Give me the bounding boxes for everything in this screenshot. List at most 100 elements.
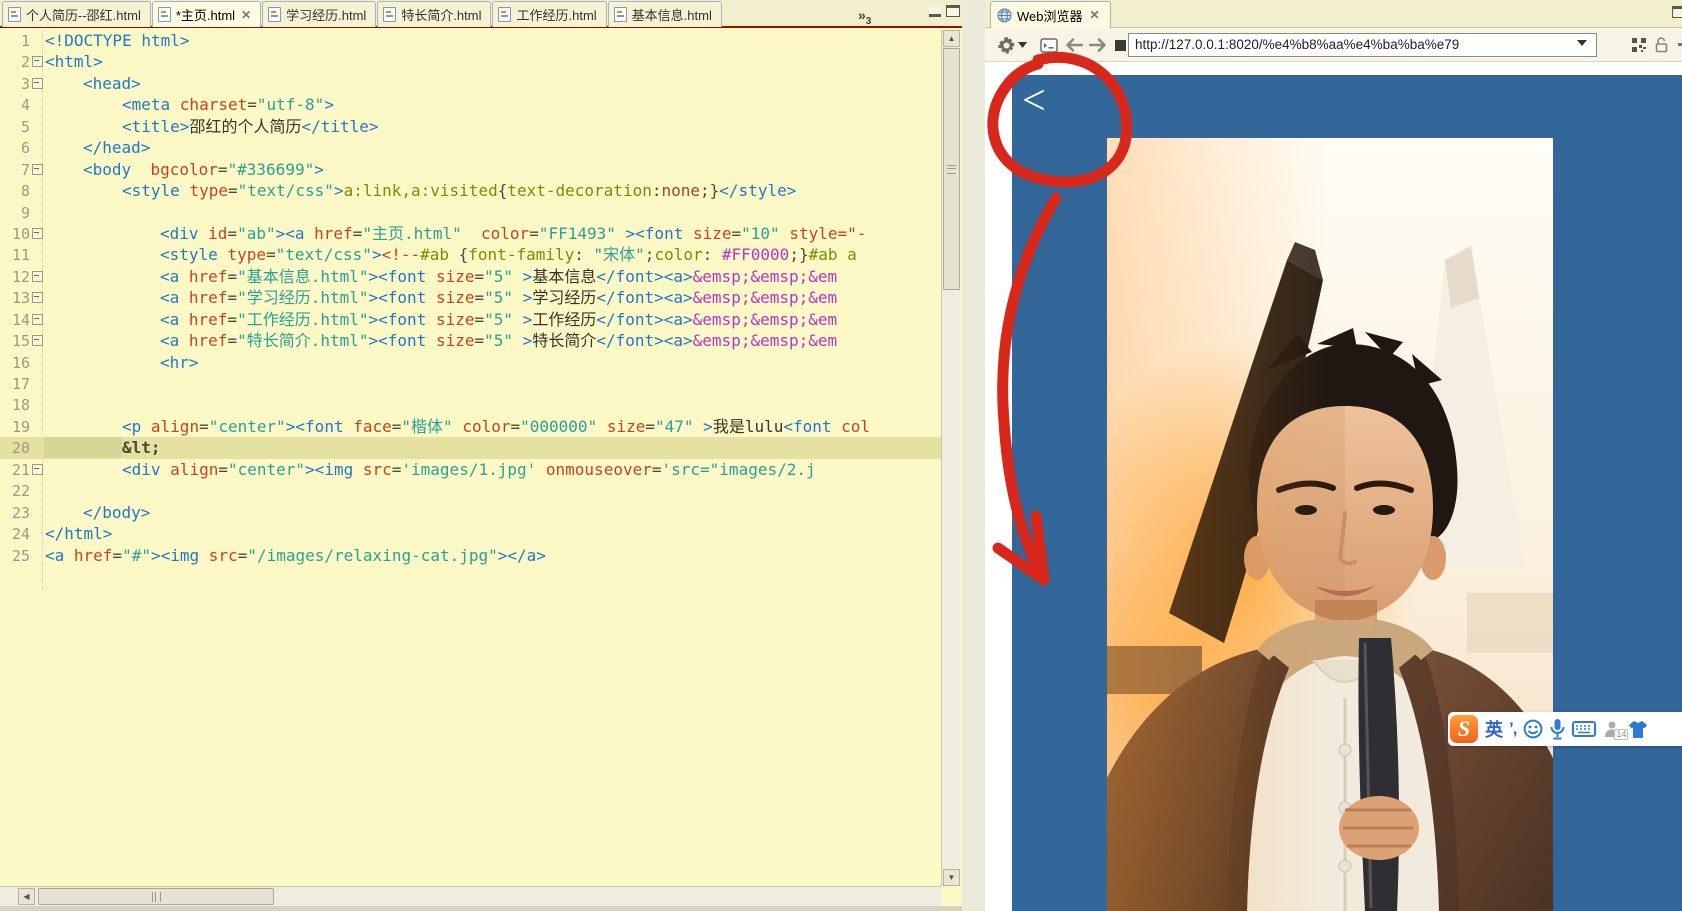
fold-icon[interactable] — [30, 159, 44, 180]
fold-icon[interactable] — [30, 330, 44, 351]
code-line[interactable]: 9 — [0, 202, 941, 223]
toolbox-person-icon[interactable]: 14 — [1603, 720, 1629, 740]
vertical-scroll-thumb[interactable] — [943, 48, 960, 290]
close-icon[interactable]: ✕ — [241, 8, 251, 22]
chevron-down-icon[interactable] — [1017, 36, 1027, 54]
code-line[interactable]: 24 </html> — [0, 523, 941, 544]
code-line[interactable]: 10 <div id="ab"><a href="主页.html" color="… — [0, 223, 941, 244]
code-text: <a href="基本信息.html"><font size="5" >基本信息… — [160, 266, 838, 286]
fold-icon[interactable] — [30, 223, 44, 244]
minimize-icon[interactable] — [929, 6, 941, 17]
portrait-photo — [1107, 138, 1553, 911]
code-line[interactable]: 4 <meta charset="utf-8"> — [0, 94, 941, 115]
editor-tab[interactable]: 特长简介.html — [377, 1, 492, 27]
partial-icon[interactable] — [1674, 36, 1682, 54]
code-text: <title>邵红的个人简历</title> — [122, 116, 379, 136]
punctuation-icon[interactable]: ’, — [1509, 719, 1518, 739]
fold-icon[interactable] — [30, 73, 44, 94]
emoji-icon[interactable] — [1523, 719, 1543, 739]
code-line[interactable]: 6 </head> — [0, 137, 941, 158]
forward-icon[interactable] — [1089, 36, 1107, 54]
file-icon — [268, 7, 282, 22]
back-icon[interactable] — [1065, 36, 1083, 54]
unlock-icon[interactable] — [1652, 36, 1670, 54]
selection-block — [44, 437, 122, 459]
file-icon — [383, 7, 397, 22]
code-text: <style type="text/css"><!--#ab {font-fam… — [160, 245, 857, 265]
gear-icon[interactable] — [997, 36, 1015, 54]
code-line[interactable]: 20 &lt; — [0, 437, 941, 459]
close-icon[interactable]: ✕ — [1090, 8, 1100, 22]
fold-icon[interactable] — [30, 266, 44, 287]
editor-tab[interactable]: *主页.html ✕ — [151, 1, 262, 27]
sogou-ime-toolbar: S 英 ’, 14 — [1448, 712, 1682, 746]
qr-code-icon[interactable] — [1630, 36, 1648, 54]
scroll-left-icon[interactable]: ◀ — [18, 888, 35, 905]
maximize-icon[interactable] — [1672, 6, 1682, 18]
sogou-logo-icon[interactable]: S — [1450, 715, 1478, 743]
vertical-scrollbar[interactable]: ▲ ▼ — [941, 30, 960, 886]
line-number: 23 — [11, 503, 30, 522]
browser-toolbar: http://127.0.0.1:8020/%e4%b8%aa%e4%ba%ba… — [985, 28, 1682, 62]
keyboard-icon[interactable] — [1572, 721, 1597, 737]
fold-icon[interactable] — [30, 309, 44, 330]
stop-icon[interactable] — [1111, 36, 1129, 54]
code-line[interactable]: 11 <style type="text/css"><!--#ab {font-f… — [0, 244, 941, 265]
browser-tab-label: Web浏览器 — [1017, 8, 1083, 24]
thumb-grip — [152, 892, 161, 902]
code-line[interactable]: 15 <a href="特长简介.html"><font size="5" >特长… — [0, 330, 941, 351]
code-line[interactable]: 14 <a href="工作经历.html"><font size="5" >工作… — [0, 309, 941, 330]
editor-tab[interactable]: 学习经历.html — [262, 1, 377, 27]
code-line[interactable]: 13 <a href="学习经历.html"><font size="5" >学习… — [0, 287, 941, 308]
fold-icon[interactable] — [30, 287, 44, 308]
code-line[interactable]: 25 <a href="#"><img src="/images/relaxing… — [0, 545, 941, 566]
scroll-down-icon[interactable]: ▼ — [943, 869, 960, 886]
code-line[interactable]: 23 </body> — [0, 502, 941, 523]
code-line[interactable]: 2 <html> — [0, 51, 941, 72]
maximize-icon[interactable] — [946, 5, 960, 17]
code-line[interactable]: 17 — [0, 373, 941, 394]
code-line[interactable]: 8 <style type="text/css">a:link,a:visited… — [0, 180, 941, 201]
code-line[interactable]: 3 <head> — [0, 73, 941, 94]
horizontal-scroll-thumb[interactable] — [38, 888, 274, 905]
code-text: <html> — [45, 52, 103, 72]
code-line[interactable]: 18 — [0, 394, 941, 415]
open-external-browser-icon[interactable] — [1040, 36, 1058, 54]
url-input[interactable]: http://127.0.0.1:8020/%e4%b8%aa%e4%ba%ba… — [1128, 33, 1597, 57]
line-number: 8 — [20, 182, 30, 201]
tab-overflow-chevron[interactable]: »3 — [858, 7, 871, 27]
fold-icon[interactable] — [30, 51, 44, 72]
fold-icon[interactable] — [30, 459, 44, 480]
code-line[interactable]: 21 <div align="center"><img src='images/1… — [0, 459, 941, 480]
editor-tab[interactable]: 工作经历.html — [492, 1, 607, 27]
code-line[interactable]: 7 <body bgcolor="#336699"> — [0, 159, 941, 180]
badge-count: 14 — [1614, 729, 1629, 740]
line-number: 11 — [11, 246, 30, 265]
code-line[interactable]: 1 <!DOCTYPE html> — [0, 30, 941, 51]
code-line[interactable]: 22 — [0, 480, 941, 501]
editor-tab[interactable]: 基本信息.html — [607, 1, 722, 27]
code-line[interactable]: 12 <a href="基本信息.html"><font size="5" >基本… — [0, 266, 941, 287]
skin-shirt-icon[interactable] — [1628, 720, 1648, 739]
code-line[interactable]: 5 <title>邵红的个人简历</title> — [0, 116, 941, 137]
line-number: 25 — [11, 546, 30, 565]
code-text: &lt; — [122, 438, 161, 458]
microphone-icon[interactable] — [1550, 718, 1565, 740]
url-dropdown-icon[interactable] — [1577, 40, 1587, 46]
code-line[interactable]: 19 <p align="center"><font face="楷体" colo… — [0, 416, 941, 437]
scroll-up-icon[interactable]: ▲ — [943, 30, 960, 47]
editor-tab-label: 基本信息.html — [631, 8, 712, 23]
ime-mode-english[interactable]: 英 — [1485, 716, 1503, 742]
code-text: <a href="特长简介.html"><font size="5" >特长简介… — [160, 331, 838, 351]
rendered-lt-text: < — [1022, 78, 1046, 124]
horizontal-scrollbar[interactable]: ◀ — [0, 886, 941, 906]
code-editor[interactable]: 1 <!DOCTYPE html> 2 <html> 3 <head> 4 <meta cha… — [0, 30, 941, 886]
code-line[interactable]: 16 <hr> — [0, 352, 941, 373]
tab-web-browser[interactable]: Web浏览器 ✕ — [990, 1, 1111, 28]
code-text: <a href="#"><img src="/images/relaxing-c… — [45, 545, 546, 565]
editor-tab[interactable]: 个人简历--邵红.html — [2, 1, 151, 27]
code-text: <style type="text/css">a:link,a:visited{… — [122, 181, 797, 201]
page-background: < — [1012, 75, 1682, 911]
